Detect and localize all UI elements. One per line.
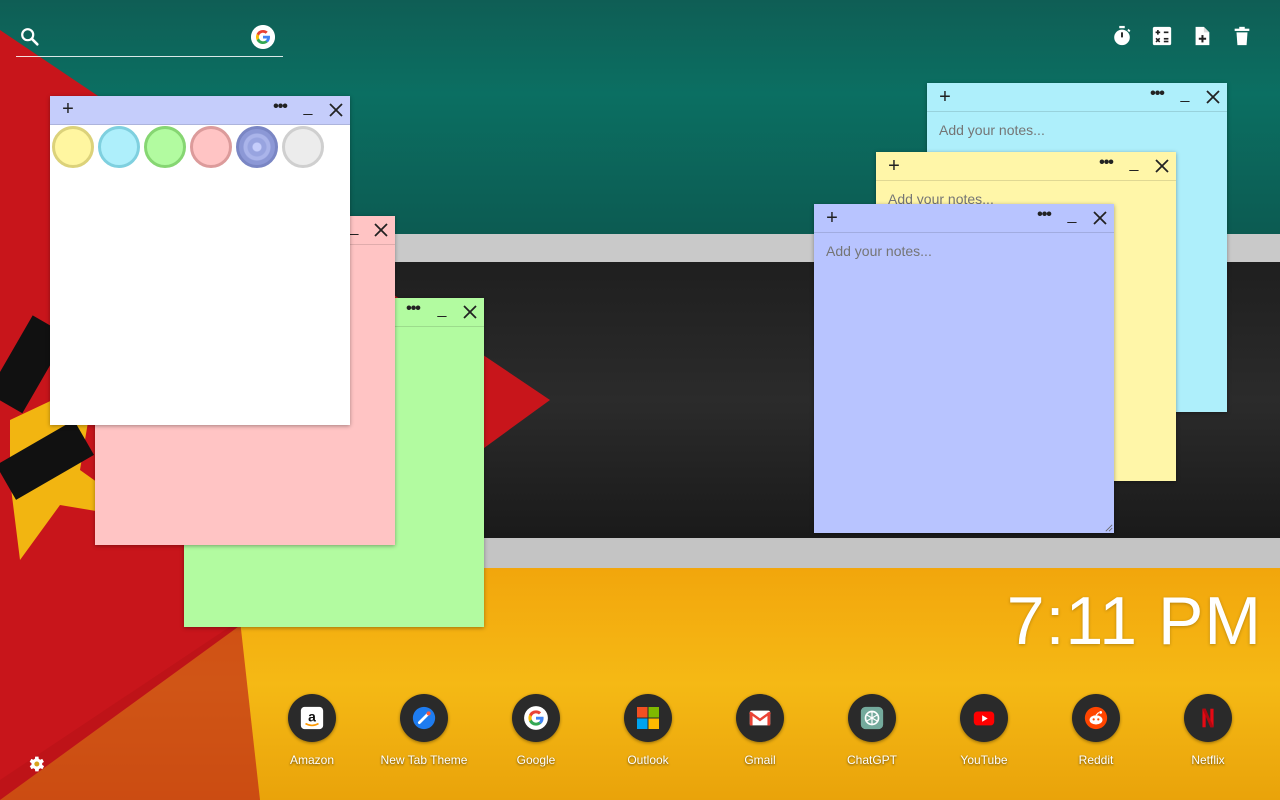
- search-icon[interactable]: [19, 26, 41, 48]
- shortcut-google[interactable]: Google: [480, 694, 592, 774]
- amazon-icon: a: [300, 706, 324, 730]
- more-options-icon[interactable]: •••: [403, 301, 423, 321]
- calculator-icon: [1152, 26, 1172, 46]
- close-icon[interactable]: [1152, 156, 1172, 176]
- note-text-field[interactable]: [937, 121, 1217, 139]
- top-toolbar: [1110, 24, 1254, 48]
- shortcut-circle[interactable]: [400, 694, 448, 742]
- gmail-icon: [749, 710, 771, 726]
- more-options-icon[interactable]: •••: [1096, 155, 1116, 175]
- outlook-icon: [637, 707, 659, 729]
- note-text-field[interactable]: [824, 242, 1104, 260]
- add-note-icon[interactable]: +: [935, 87, 955, 107]
- shortcut-netflix[interactable]: Netflix: [1152, 694, 1264, 774]
- google-icon: [524, 706, 548, 730]
- add-note-icon[interactable]: +: [884, 156, 904, 176]
- add-note-icon: [1195, 26, 1210, 46]
- minimize-icon[interactable]: _: [1176, 86, 1194, 106]
- shortcut-circle[interactable]: [736, 694, 784, 742]
- shortcut-label: Amazon: [289, 753, 335, 767]
- shortcut-label: Netflix: [1191, 753, 1225, 767]
- shortcut-youtube[interactable]: YouTube: [928, 694, 1040, 774]
- shortcut-label: Google: [516, 753, 556, 767]
- minimize-icon[interactable]: _: [1125, 155, 1143, 175]
- shortcut-outlook[interactable]: Outlook: [592, 694, 704, 774]
- more-options-icon[interactable]: •••: [1147, 86, 1167, 106]
- color-swatch-green[interactable]: [144, 126, 186, 168]
- shortcut-circle[interactable]: [1072, 694, 1120, 742]
- minimize-icon[interactable]: _: [433, 301, 451, 321]
- close-icon[interactable]: [460, 302, 480, 322]
- shortcut-circle[interactable]: [848, 694, 896, 742]
- minimize-icon[interactable]: _: [1063, 207, 1081, 227]
- clock-time: 7:11 PM: [1006, 583, 1262, 659]
- shortcuts-dock: a Amazon New Tab Theme Google Outlook Gm…: [256, 694, 1264, 774]
- new-tab-theme-icon: [412, 706, 436, 730]
- search-bar[interactable]: [16, 22, 283, 57]
- note-blue[interactable]: + ••• _: [814, 204, 1114, 533]
- add-note-button[interactable]: [1190, 24, 1214, 48]
- google-logo-icon[interactable]: [251, 25, 275, 49]
- reddit-icon: [1084, 706, 1108, 730]
- shortcut-circle[interactable]: [960, 694, 1008, 742]
- svg-text:a: a: [308, 709, 316, 725]
- shortcut-circle[interactable]: [512, 694, 560, 742]
- more-options-icon[interactable]: •••: [270, 99, 290, 119]
- close-icon[interactable]: [1090, 208, 1110, 228]
- timer-button[interactable]: [1110, 24, 1134, 48]
- search-input[interactable]: [50, 24, 244, 52]
- color-picker: [52, 126, 324, 168]
- shortcut-circle[interactable]: a: [288, 694, 336, 742]
- shortcut-circle[interactable]: [1184, 694, 1232, 742]
- add-note-icon[interactable]: +: [822, 208, 842, 228]
- chatgpt-icon: [860, 706, 884, 730]
- youtube-icon: [973, 711, 995, 726]
- more-options-icon[interactable]: •••: [1034, 207, 1054, 227]
- resize-handle-icon[interactable]: [1105, 524, 1113, 532]
- shortcut-label: YouTube: [960, 753, 1008, 767]
- close-icon[interactable]: [371, 220, 391, 240]
- shortcut-amazon[interactable]: a Amazon: [256, 694, 368, 774]
- color-swatch-blue[interactable]: [236, 126, 278, 168]
- trash-icon: [1234, 26, 1250, 46]
- netflix-icon: [1202, 708, 1214, 728]
- shortcut-label: Gmail: [744, 753, 776, 767]
- calculator-button[interactable]: [1150, 24, 1174, 48]
- trash-button[interactable]: [1230, 24, 1254, 48]
- close-icon[interactable]: [1203, 87, 1223, 107]
- shortcut-new-tab-theme[interactable]: New Tab Theme: [368, 694, 480, 774]
- gear-icon[interactable]: [26, 754, 46, 774]
- color-swatch-pink[interactable]: [190, 126, 232, 168]
- add-note-icon[interactable]: +: [58, 99, 78, 119]
- shortcut-label: Outlook: [627, 753, 669, 767]
- note-white[interactable]: + ••• _: [50, 96, 350, 425]
- shortcut-reddit[interactable]: Reddit: [1040, 694, 1152, 774]
- close-icon[interactable]: [326, 100, 346, 120]
- shortcut-label: Reddit: [1078, 753, 1114, 767]
- color-swatch-gray[interactable]: [282, 126, 324, 168]
- shortcut-circle[interactable]: [624, 694, 672, 742]
- shortcut-gmail[interactable]: Gmail: [704, 694, 816, 774]
- shortcut-chatgpt[interactable]: ChatGPT: [816, 694, 928, 774]
- color-swatch-yellow[interactable]: [52, 126, 94, 168]
- shortcut-label: New Tab Theme: [380, 753, 468, 767]
- timer-icon: [1114, 25, 1131, 46]
- color-swatch-cyan[interactable]: [98, 126, 140, 168]
- shortcut-label: ChatGPT: [846, 753, 897, 767]
- minimize-icon[interactable]: _: [299, 99, 317, 119]
